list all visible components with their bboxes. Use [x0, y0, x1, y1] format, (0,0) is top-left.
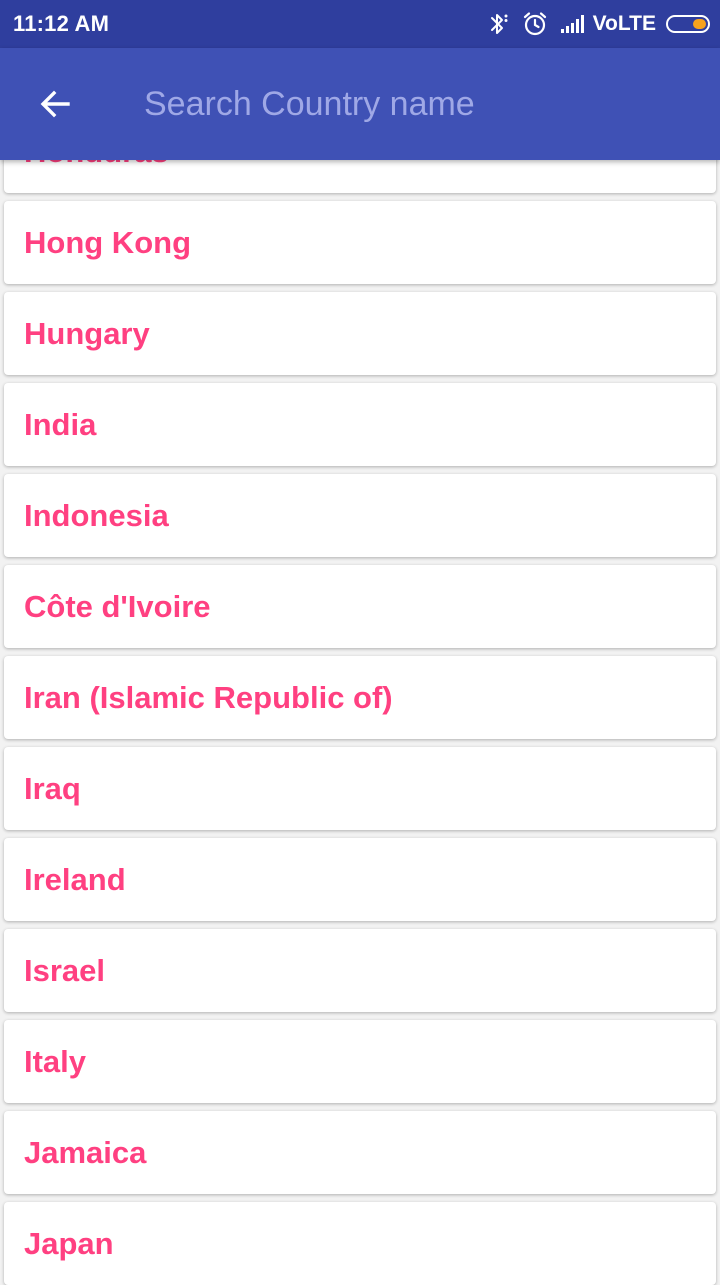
- country-name: Indonesia: [24, 498, 169, 533]
- country-list-item[interactable]: Jamaica: [4, 1111, 716, 1194]
- country-list-item[interactable]: Iran (Islamic Republic of): [4, 656, 716, 739]
- country-list-item[interactable]: Japan: [4, 1202, 716, 1285]
- app-bar: [0, 48, 720, 160]
- bluetooth-icon: [488, 11, 510, 37]
- country-name: Italy: [24, 1044, 87, 1079]
- arrow-left-icon: [40, 90, 70, 118]
- country-name: Ireland: [24, 862, 126, 897]
- country-list: HondurasHong KongHungaryIndiaIndonesiaCô…: [0, 0, 720, 1285]
- country-name: Iran (Islamic Republic of): [24, 680, 393, 715]
- signal-strength-icon: [560, 14, 586, 34]
- country-list-item[interactable]: Italy: [4, 1020, 716, 1103]
- status-time: 11:12 AM: [13, 11, 110, 36]
- country-name: Côte d'Ivoire: [24, 589, 211, 624]
- battery-icon: [666, 15, 710, 33]
- back-button[interactable]: [20, 68, 92, 140]
- country-list-item[interactable]: Hong Kong: [4, 201, 716, 284]
- country-list-item[interactable]: Côte d'Ivoire: [4, 565, 716, 648]
- country-list-item[interactable]: Indonesia: [4, 474, 716, 557]
- alarm-clock-icon: [522, 11, 548, 37]
- country-name: Hungary: [24, 316, 150, 351]
- country-name: Hong Kong: [24, 225, 192, 260]
- country-name: Iraq: [24, 771, 81, 806]
- country-list-item[interactable]: India: [4, 383, 716, 466]
- country-list-item[interactable]: Hungary: [4, 292, 716, 375]
- country-name: India: [24, 407, 97, 442]
- status-bar: 11:12 AM VoLTE: [0, 0, 720, 48]
- network-type-label: VoLTE: [592, 12, 656, 35]
- status-icons: VoLTE: [488, 0, 710, 48]
- battery-level-fill: [693, 19, 706, 29]
- country-list-item[interactable]: Israel: [4, 929, 716, 1012]
- country-list-item[interactable]: Ireland: [4, 838, 716, 921]
- country-name: Jamaica: [24, 1135, 147, 1170]
- search-input[interactable]: [144, 76, 684, 132]
- country-name: Japan: [24, 1226, 114, 1261]
- country-name: Israel: [24, 953, 106, 988]
- country-list-item[interactable]: Iraq: [4, 747, 716, 830]
